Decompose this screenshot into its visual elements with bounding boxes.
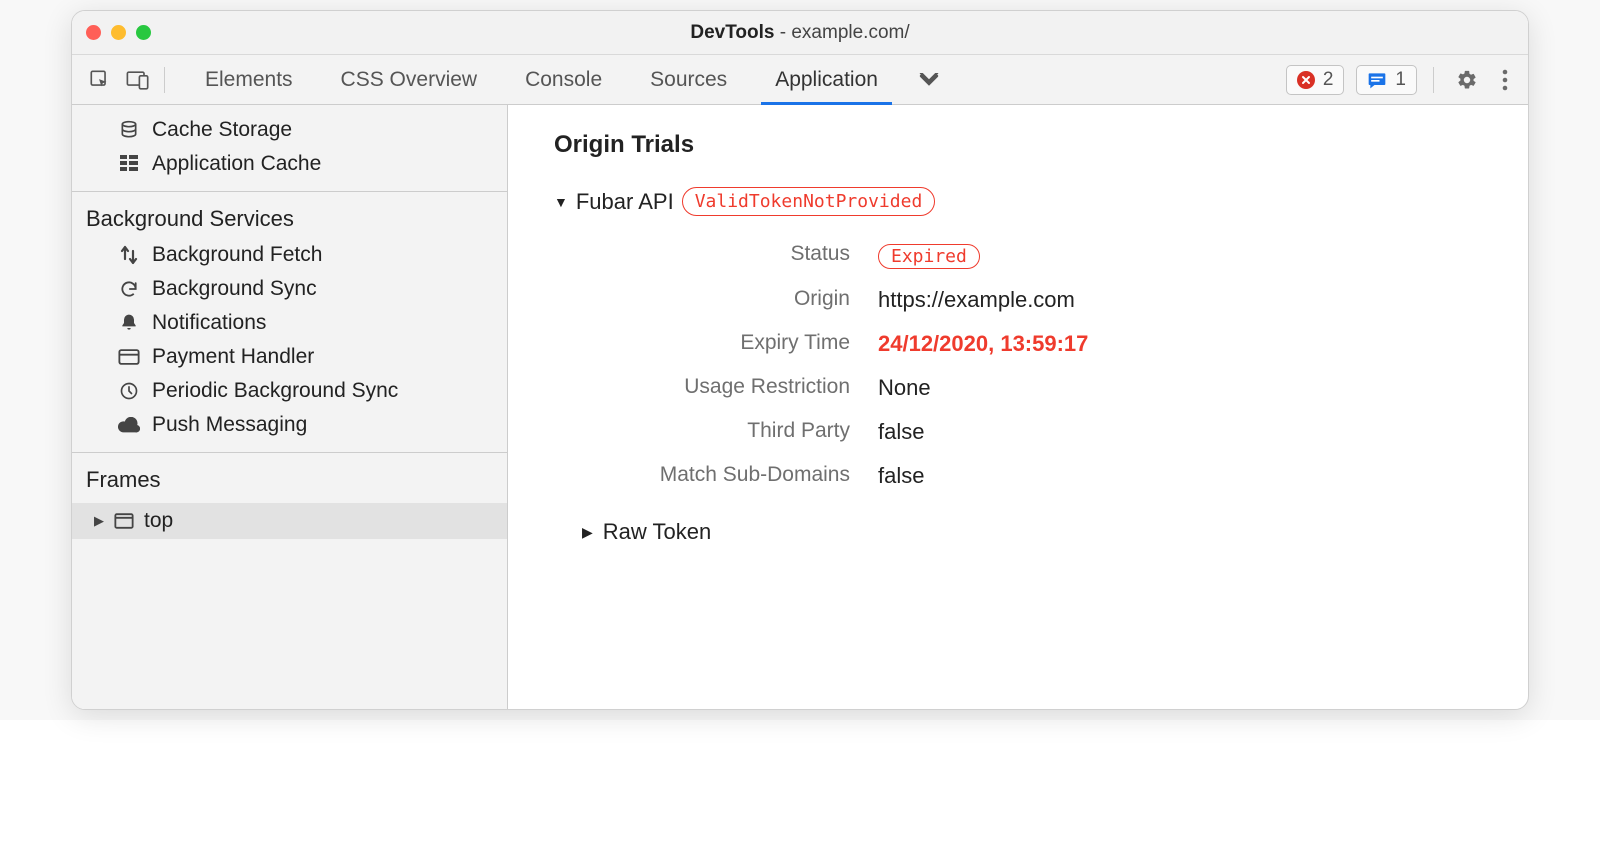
label-third-party: Third Party [578,419,878,445]
window-close-button[interactable] [86,25,101,40]
tab-css-overview[interactable]: CSS Overview [317,55,502,104]
sidebar-item-label: Payment Handler [152,345,314,369]
value-usage-restriction: None [878,375,1338,401]
bell-icon [118,313,140,333]
value-status: Expired [878,242,1338,269]
sidebar-item-payment-handler[interactable]: Payment Handler [72,340,507,374]
message-icon [1367,70,1387,90]
raw-token-label: Raw Token [603,519,711,545]
window-title: DevTools - example.com/ [690,22,909,44]
sidebar-heading-background-services: Background Services [72,202,507,238]
sidebar-item-background-fetch[interactable]: Background Fetch [72,238,507,272]
frame-label: top [144,509,173,533]
tab-elements[interactable]: Elements [181,55,317,104]
title-page: example.com/ [791,22,909,43]
credit-card-icon [118,348,140,366]
errors-count: 2 [1323,69,1334,91]
content-pane: Origin Trials ▼ Fubar API ValidTokenNotP… [508,105,1528,709]
trial-status-badge: ValidTokenNotProvided [682,187,936,216]
sidebar-item-push-messaging[interactable]: Push Messaging [72,408,507,442]
origin-trials-heading: Origin Trials [554,131,1488,159]
window-zoom-button[interactable] [136,25,151,40]
sidebar-item-label: Push Messaging [152,413,307,437]
sidebar-item-application-cache[interactable]: Application Cache [72,147,507,181]
toolbar: Elements CSS Overview Console Sources Ap… [72,55,1528,105]
label-status: Status [578,242,878,269]
sidebar-item-label: Background Sync [152,277,317,301]
title-app: DevTools [690,22,774,43]
body: Cache Storage Application Cache Backgrou… [72,105,1528,709]
messages-badge[interactable]: 1 [1356,65,1417,95]
inspect-element-icon[interactable] [86,66,114,94]
label-usage-restriction: Usage Restriction [578,375,878,401]
sidebar-item-label: Periodic Background Sync [152,379,398,403]
value-third-party: false [878,419,1338,445]
raw-token-row[interactable]: ▶ Raw Token [582,519,1488,545]
titlebar: DevTools - example.com/ [72,11,1528,55]
expand-icon: ▶ [94,513,104,529]
tab-console[interactable]: Console [501,55,626,104]
sidebar-item-periodic-background-sync[interactable]: Periodic Background Sync [72,374,507,408]
value-match-subdomains: false [878,463,1338,489]
sidebar-item-label: Background Fetch [152,243,322,267]
sidebar-item-label: Notifications [152,311,266,335]
sidebar: Cache Storage Application Cache Backgrou… [72,105,508,709]
sidebar-item-label: Application Cache [152,152,321,176]
toolbar-separator [164,67,165,93]
messages-count: 1 [1395,69,1406,91]
transfer-icon [118,245,140,265]
sidebar-item-label: Cache Storage [152,118,292,142]
more-tabs-button[interactable] [902,73,956,87]
more-menu-icon[interactable] [1496,69,1514,91]
tab-application[interactable]: Application [751,55,902,104]
cloud-icon [118,417,140,433]
frames-item-top[interactable]: ▶ top [72,503,507,539]
caret-down-icon: ▼ [554,194,568,210]
caret-right-icon: ▶ [582,524,593,541]
sync-icon [118,279,140,299]
clock-icon [118,381,140,401]
device-toolbar-icon[interactable] [124,66,152,94]
sidebar-item-background-sync[interactable]: Background Sync [72,272,507,306]
sidebar-divider [72,191,507,192]
frame-icon [114,512,134,530]
database-icon [118,120,140,140]
sidebar-heading-frames: Frames [72,463,507,499]
sidebar-item-notifications[interactable]: Notifications [72,306,507,340]
traffic-lights [86,25,151,40]
value-expiry: 24/12/2020, 13:59:17 [878,331,1338,357]
status-pill: Expired [878,244,980,269]
value-origin: https://example.com [878,287,1338,313]
label-match-subdomains: Match Sub-Domains [578,463,878,489]
title-sep: - [774,22,791,43]
toolbar-separator [1433,67,1434,93]
sidebar-divider [72,452,507,453]
devtools-window: DevTools - example.com/ Elements CSS Ove… [71,10,1529,710]
label-expiry: Expiry Time [578,331,878,357]
trial-name: Fubar API [576,189,674,215]
panel-tabs: Elements CSS Overview Console Sources Ap… [181,55,902,104]
trial-row[interactable]: ▼ Fubar API ValidTokenNotProvided [554,187,1488,216]
tab-sources[interactable]: Sources [626,55,751,104]
error-icon [1297,71,1315,89]
label-origin: Origin [578,287,878,313]
settings-icon[interactable] [1450,69,1484,91]
trial-details: Status Expired Origin https://example.co… [578,242,1338,489]
window-minimize-button[interactable] [111,25,126,40]
errors-badge[interactable]: 2 [1286,65,1345,95]
grid-icon [118,155,140,173]
toolbar-right: 2 1 [1286,65,1514,95]
sidebar-item-cache-storage[interactable]: Cache Storage [72,113,507,147]
